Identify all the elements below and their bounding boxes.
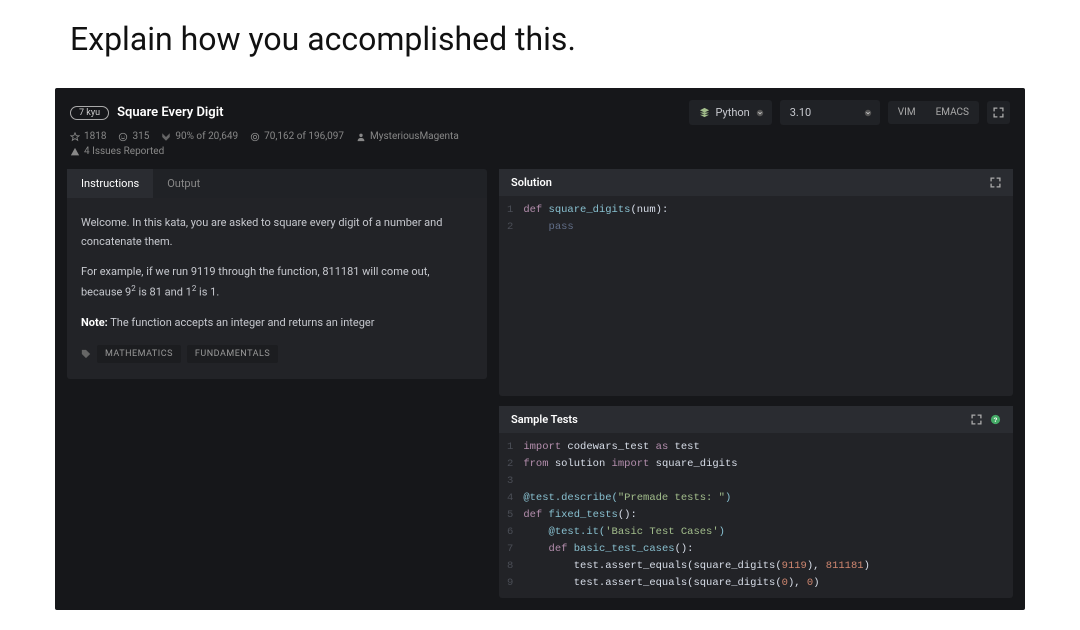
user-icon	[356, 132, 366, 142]
expand-icon	[971, 414, 982, 425]
tab-output[interactable]: Output	[153, 169, 214, 198]
solution-title: Solution	[511, 176, 552, 189]
satisfaction-stat[interactable]: 315	[118, 131, 149, 142]
instructions-p2: For example, if we run 9119 through the …	[81, 263, 473, 302]
chevron-down-icon	[756, 109, 764, 117]
issues-row[interactable]: 4 Issues Reported	[70, 146, 1010, 157]
stats-row: 1818 315 90% of 20,649 70,162 of 196,097…	[70, 131, 1010, 142]
svg-text:?: ?	[994, 417, 998, 424]
issues-text: 4 Issues Reported	[84, 146, 164, 157]
expand-icon	[993, 107, 1004, 118]
satisfaction-votes: 315	[132, 131, 149, 142]
expand-tests-button[interactable]	[971, 414, 982, 425]
satisfaction-pct-stat: 90% of 20,649	[161, 131, 238, 142]
instructions-p1: Welcome. In this kata, you are asked to …	[81, 214, 473, 251]
version-selector[interactable]: 3.10	[780, 100, 880, 125]
tests-title: Sample Tests	[511, 413, 578, 426]
chevron-down-icon	[864, 109, 872, 117]
version-label: 3.10	[790, 106, 811, 119]
stars-stat[interactable]: 1818	[70, 131, 106, 142]
expand-editor-button[interactable]	[990, 177, 1001, 188]
tab-instructions[interactable]: Instructions	[67, 169, 153, 198]
warning-icon	[70, 147, 80, 157]
header: 7 kyu Square Every Digit Python 3.10 VIM…	[55, 88, 1025, 161]
line-numbers: 12	[499, 202, 523, 390]
star-icon	[70, 132, 80, 142]
completed-stat: 70,162 of 196,097	[250, 131, 344, 142]
page-title: Explain how you accomplished this.	[0, 0, 1080, 88]
target-icon	[250, 132, 260, 142]
instructions-p3: Note: The function accepts an integer an…	[81, 314, 473, 333]
help-icon: ?	[990, 414, 1001, 425]
codewars-app: 7 kyu Square Every Digit Python 3.10 VIM…	[55, 88, 1025, 610]
vim-button[interactable]: VIM	[888, 101, 926, 124]
expand-button[interactable]	[987, 101, 1010, 124]
instructions-panel: Welcome. In this kata, you are asked to …	[67, 198, 487, 379]
tests-code[interactable]: 123456789 import codewars_test as test f…	[499, 433, 1013, 598]
tag-icon	[81, 349, 91, 359]
chart-icon	[161, 132, 171, 142]
completed-count: 70,162 of 196,097	[264, 131, 344, 142]
solution-editor: Solution 12 def square_digits(num): pass	[499, 169, 1013, 396]
expand-icon	[990, 177, 1001, 188]
tags-row: MATHEMATICS FUNDAMENTALS	[81, 345, 473, 363]
left-tabs: Instructions Output	[67, 169, 487, 198]
help-tests-button[interactable]: ?	[990, 414, 1001, 425]
kata-title: Square Every Digit	[117, 105, 223, 120]
line-numbers: 123456789	[499, 439, 523, 592]
stars-count: 1818	[84, 131, 106, 142]
emacs-button[interactable]: EMACS	[926, 101, 979, 124]
kyu-badge: 7 kyu	[70, 106, 109, 120]
tag-fundamentals[interactable]: FUNDAMENTALS	[187, 345, 278, 363]
right-column: Solution 12 def square_digits(num): pass…	[499, 169, 1013, 598]
tests-editor: Sample Tests ? 123456789 import codewars…	[499, 406, 1013, 598]
author-name: MysteriousMagenta	[370, 131, 459, 142]
main-area: Instructions Output Welcome. In this kat…	[55, 161, 1025, 610]
tag-mathematics[interactable]: MATHEMATICS	[97, 345, 181, 363]
solution-code[interactable]: 12 def square_digits(num): pass	[499, 196, 1013, 396]
author-stat[interactable]: MysteriousMagenta	[356, 131, 459, 142]
smile-icon	[118, 132, 128, 142]
editor-mode-toggle: VIM EMACS	[888, 101, 979, 124]
left-column: Instructions Output Welcome. In this kat…	[67, 169, 487, 598]
language-label: Python	[716, 106, 750, 119]
satisfaction-pct: 90% of 20,649	[175, 131, 238, 142]
language-selector[interactable]: Python	[689, 100, 772, 125]
language-icon	[699, 107, 710, 118]
